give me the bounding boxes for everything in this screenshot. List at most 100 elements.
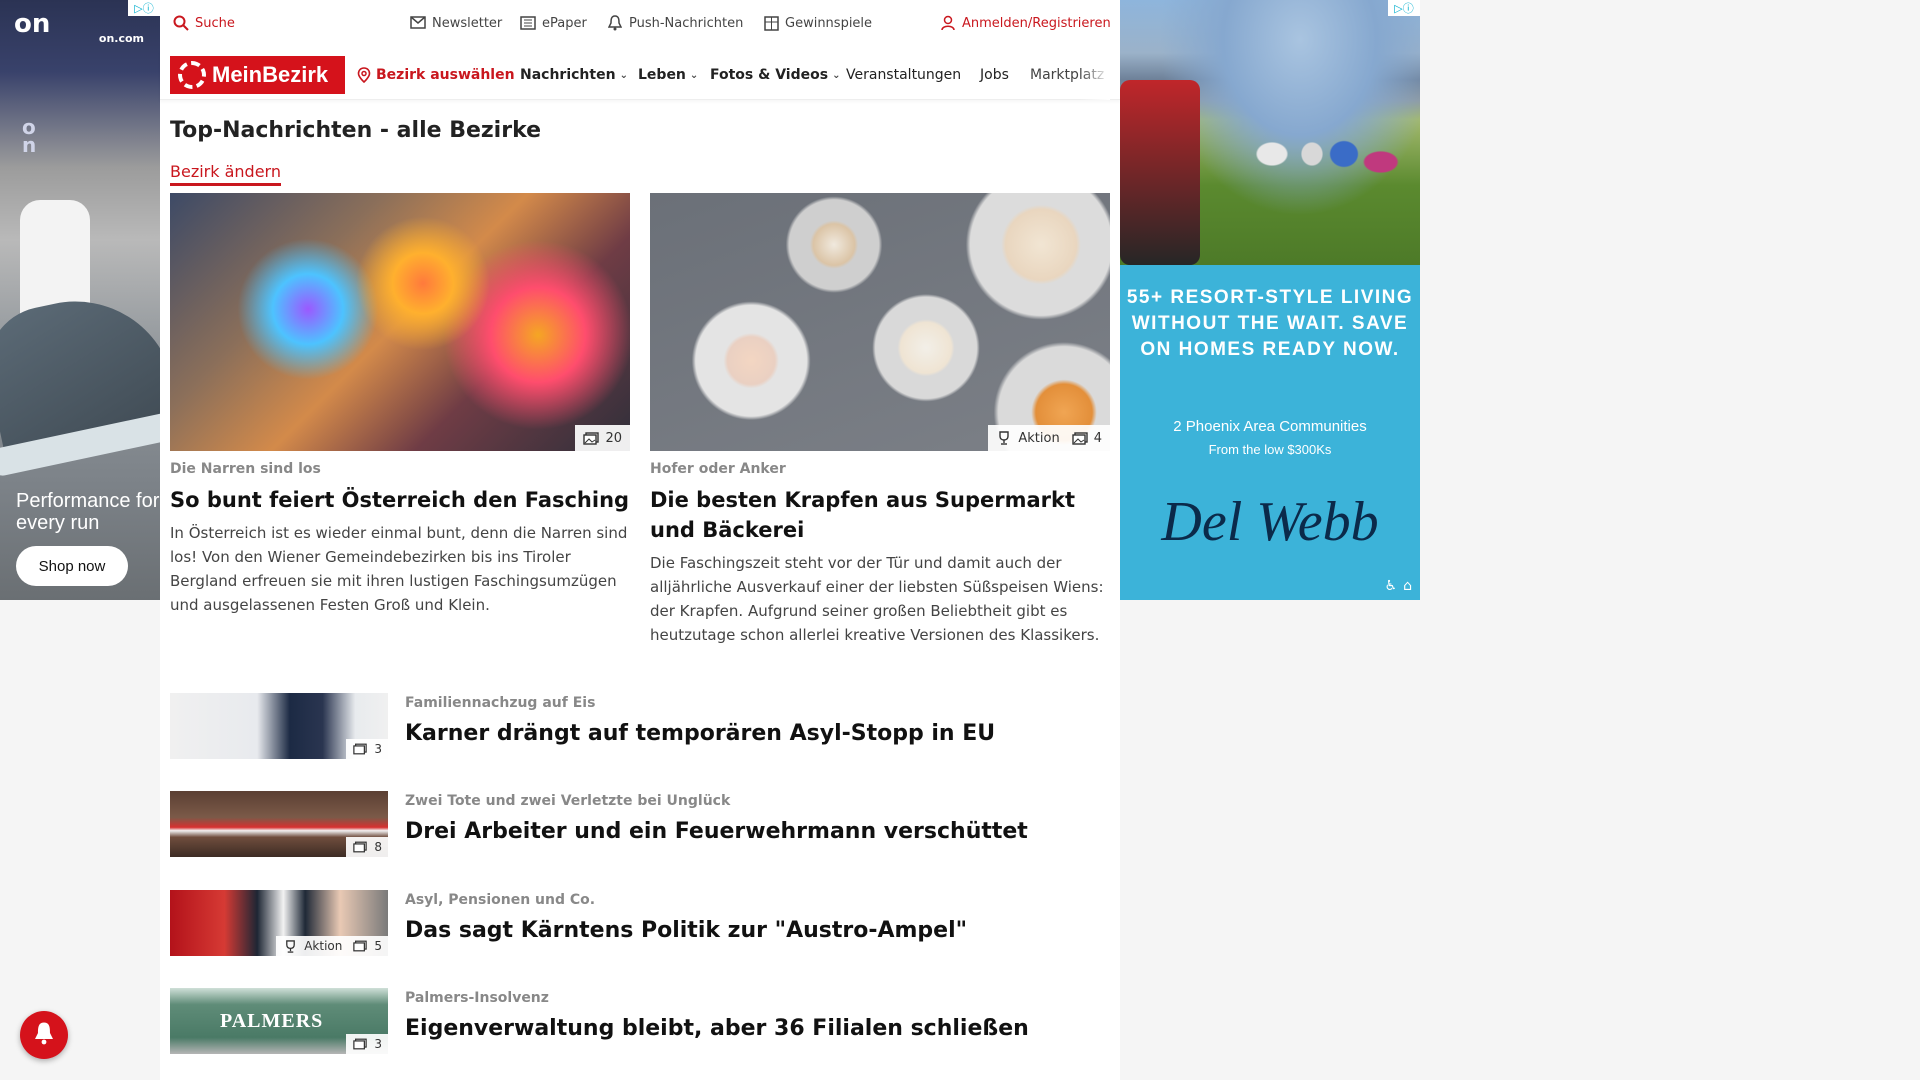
bezirk-select-button[interactable]: Bezirk auswählen [356,50,515,100]
article-kicker: Familiennachzug auf Eis [405,695,596,711]
palmers-sign-text: PALMERS [220,1010,324,1032]
adchoices-icon[interactable]: ▷ⓘ [128,0,160,16]
article-image[interactable]: Aktion 4 [650,193,1110,451]
list-item[interactable]: Aktion 5 Asyl, Pensionen und Co. Das sag… [170,890,1110,958]
nav-marktplatz[interactable]: Marktplatz [1030,50,1111,100]
ad-on-logo-small: on [22,115,37,157]
photo-count: 5 [374,939,382,953]
bell-icon [33,1021,55,1049]
login-label: Anmelden/Registrieren [962,15,1111,31]
meinbezirk-logo[interactable]: MeinBezirk [170,56,345,94]
feature-article[interactable]: 20 Die Narren sind los So bunt feiert Ös… [170,193,630,617]
nav-fotos-label: Fotos & Videos [710,67,829,83]
article-kicker: Die Narren sind los [170,461,321,477]
article-thumbnail[interactable]: Aktion 5 [170,890,388,956]
article-headline[interactable]: Karner drängt auf temporären Asyl-Stopp … [405,719,995,749]
list-item[interactable]: 3 Familiennachzug auf Eis Karner drängt … [170,693,1110,761]
ad-left-skyscraper[interactable]: on on on.com Performance for every run S… [0,0,160,600]
nav-leben[interactable]: Leben ⌄ [638,50,698,100]
article-teaser: In Österreich ist es wieder einmal bunt,… [170,524,628,614]
nav-fotos-videos[interactable]: Fotos & Videos ⌄ [710,50,840,100]
photo-count-badge: 3 [352,1036,382,1052]
article-image[interactable]: 20 [170,193,630,451]
ad-golf-bag [1120,80,1200,265]
newspaper-icon [520,15,536,31]
article-kicker: Zwei Tote und zwei Verletzte bei Unglück [405,793,731,809]
push-notifications-link[interactable]: Push-Nachrichten [607,15,743,31]
photo-count: 20 [605,430,622,446]
notification-bell-button[interactable] [20,1011,68,1059]
epaper-label: ePaper [542,15,587,31]
chevron-down-icon: ⌄ [689,69,699,81]
trophy-icon [996,430,1012,446]
gallery-icon [352,839,368,855]
photo-count-badge: 8 [352,839,382,855]
nav-leben-label: Leben [638,67,686,83]
image-badges: Aktion 5 [276,936,388,956]
nav-veranstaltungen[interactable]: Veranstaltungen [846,50,961,100]
ad-people [1240,90,1400,250]
article-headline[interactable]: Drei Arbeiter und ein Feuerwehrmann vers… [405,817,1028,847]
page-title: Top-Nachrichten - alle Bezirke [170,118,542,143]
newsletter-link[interactable]: Newsletter [410,15,502,31]
nav-nachrichten-label: Nachrichten [520,67,616,83]
aktion-label: Aktion [1018,430,1060,446]
push-label: Push-Nachrichten [629,15,744,31]
nav-jobs[interactable]: Jobs [980,50,1009,100]
bezirk-select-label: Bezirk auswählen [376,67,515,83]
article-thumbnail[interactable]: 3 [170,693,388,759]
gallery-icon [583,430,600,446]
ad-right-banner[interactable]: 55+ RESORT-STYLE LIVING WITHOUT THE WAIT… [1120,0,1420,600]
image-badges: 20 [575,425,630,451]
photo-count: 3 [374,742,382,756]
ad-brand-logo: Del Webb [1161,491,1379,553]
newsletter-label: Newsletter [432,15,503,31]
epaper-link[interactable]: ePaper [520,15,587,31]
gallery-icon [352,1036,368,1052]
chevron-down-icon: ⌄ [832,69,841,81]
article-headline[interactable]: So bunt feiert Österreich den Fasching [170,485,630,515]
article-headline[interactable]: Eigenverwaltung bleibt, aber 36 Filialen… [405,1014,1029,1044]
aktion-label: Aktion [304,939,343,953]
article-kicker: Hofer oder Anker [650,461,786,477]
search-link[interactable]: Suche [173,15,235,31]
ad-price-line: From the low $300Ks [1208,442,1332,457]
feature-article[interactable]: Aktion 4 Hofer oder Anker Die besten Kra… [650,193,1110,647]
main-navigation: MeinBezirk Bezirk auswählen Nachrichten … [160,50,1120,100]
image-badges: Aktion 4 [988,425,1110,451]
bell-icon [607,15,623,31]
equal-housing-icon: ⌂ [1403,578,1412,594]
article-kicker: Palmers-Insolvenz [405,990,549,1006]
gewinnspiele-link[interactable]: Gewinnspiele [763,15,872,31]
gallery-icon [352,741,368,757]
article-headline[interactable]: Das sagt Kärntens Politik zur "Austro-Am… [405,916,967,946]
ad-shop-now-button[interactable]: Shop now [16,546,128,586]
bezirk-change-link[interactable]: Bezirk ändern [170,162,281,186]
main-column: Suche Newsletter ePaper Push-Nachrichten… [160,0,1120,1080]
photo-count-badge: 3 [352,741,382,757]
chevron-down-icon: ⌄ [619,69,628,81]
nav-nachrichten[interactable]: Nachrichten ⌄ [520,50,628,100]
article-thumbnail[interactable]: PALMERS 3 [170,988,388,1054]
logo-text: MeinBezirk [212,62,329,87]
adchoices-icon[interactable]: ▷ⓘ [1388,0,1420,16]
image-badges: 3 [346,1034,388,1054]
ad-on-logo: on [14,9,51,39]
ad-subheadline: 2 Phoenix Area Communities [1173,418,1367,435]
list-item[interactable]: 8 Zwei Tote und zwei Verletzte bei Unglü… [170,791,1110,859]
photo-count: 4 [1093,430,1102,446]
logo-flower-icon [178,61,206,89]
ad-domain: on.com [98,32,144,45]
wheelchair-icon: ♿ [1384,578,1398,594]
location-pin-icon [356,67,372,83]
nav-marktplatz-label: Marktplatz [1030,67,1105,83]
article-kicker: Asyl, Pensionen und Co. [405,892,596,908]
list-item[interactable]: PALMERS 3 Palmers-Insolvenz Eigenverwalt… [170,988,1110,1056]
photo-count: 3 [374,1037,382,1051]
article-headline[interactable]: Die besten Krapfen aus Supermarkt und Bä… [650,485,1110,545]
top-utility-bar: Suche Newsletter ePaper Push-Nachrichten… [160,0,1120,46]
article-thumbnail[interactable]: 8 [170,791,388,857]
image-badges: 3 [346,739,388,759]
login-register-link[interactable]: Anmelden/Registrieren [940,15,1111,31]
photo-count-badge: 5 [352,938,382,954]
